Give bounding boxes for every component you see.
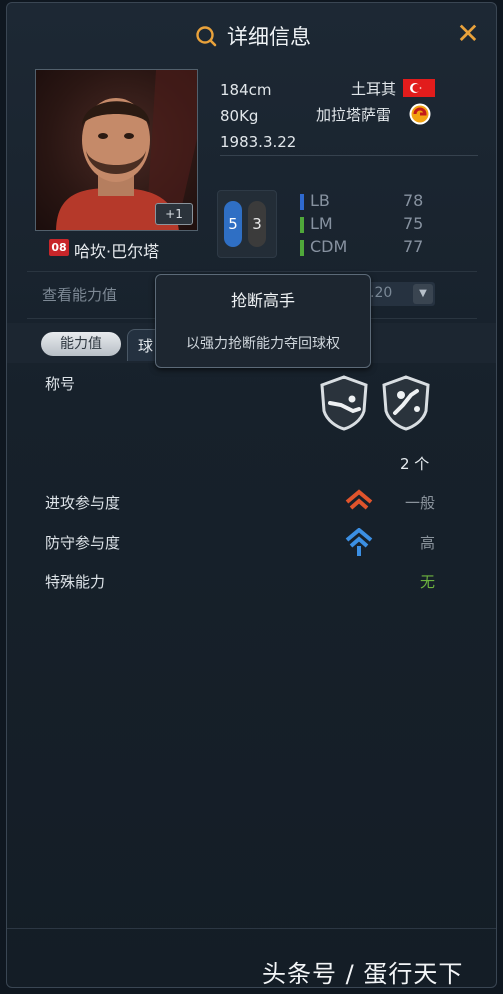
right-foot-icon: 3 <box>248 201 266 247</box>
player-weight: 80Kg <box>220 107 259 125</box>
position-label: LB <box>310 191 330 210</box>
left-foot-icon: 5 <box>224 201 242 247</box>
stat-value: 无 <box>419 573 435 591</box>
divider <box>7 928 496 929</box>
position-value: 77 <box>403 237 424 256</box>
position-value: 78 <box>403 191 424 210</box>
defense-involvement-row: 防守参与度 高 <box>45 528 435 556</box>
tab-ability[interactable]: 能力值 <box>41 332 121 356</box>
stat-label: 进攻参与度 <box>45 494 121 512</box>
special-ability-row: 特殊能力 无 <box>45 571 435 595</box>
traits-label: 称号 <box>45 375 76 393</box>
upgrade-badge: +1 <box>155 203 193 225</box>
player-birthday: 1983.3.22 <box>220 133 297 151</box>
trait-count: 2 个 <box>400 455 430 473</box>
stat-label: 防守参与度 <box>45 534 121 552</box>
page-title: 详细信息 <box>227 25 311 49</box>
position-label: CDM <box>310 237 348 256</box>
arrow-up-high-icon <box>345 528 373 556</box>
trait-tooltip: 抢断高手 以强力抢断能力夺回球权 <box>155 274 371 368</box>
turkey-flag-icon <box>403 79 435 97</box>
acrobatic-trait-icon[interactable] <box>381 375 431 431</box>
close-icon[interactable]: ✕ <box>453 19 483 49</box>
watermark: 头条号 / 蛋行天下 <box>262 960 464 988</box>
chevron-down-icon[interactable]: ▼ <box>413 284 433 304</box>
position-label: LM <box>310 214 333 233</box>
player-nation: 土耳其 <box>351 80 397 98</box>
player-club: 加拉塔萨雷 <box>316 106 392 124</box>
tooltip-title: 抢断高手 <box>230 291 295 310</box>
position-color-bar <box>300 240 304 256</box>
stat-value: 一般 <box>404 494 435 512</box>
search-icon <box>196 26 217 47</box>
ability-select-value: .20 <box>370 285 393 301</box>
player-name: 哈坎·巴尔塔 <box>74 242 160 261</box>
arrow-up-medium-icon <box>345 489 373 510</box>
galatasaray-logo-icon <box>409 103 431 125</box>
tooltip-description: 以强力抢断能力夺回球权 <box>186 336 340 352</box>
foot-skill: 5 3 <box>217 190 277 258</box>
position-value: 75 <box>403 214 424 233</box>
ability-label: 查看能力值 <box>42 286 118 304</box>
jersey-number-badge: 08 <box>49 239 69 256</box>
player-height: 184cm <box>220 81 272 99</box>
player-info: 184cm 80Kg 1983.3.22 <box>220 77 296 155</box>
position-color-bar <box>300 194 304 210</box>
stat-label: 特殊能力 <box>45 573 106 591</box>
position-color-bar <box>300 217 304 233</box>
tackle-trait-icon[interactable] <box>319 375 369 431</box>
stat-value: 高 <box>419 534 435 552</box>
divider <box>220 155 478 156</box>
title-bar: 详细信息 ✕ <box>7 3 496 63</box>
player-detail-panel: 详细信息 ✕ +1 08 哈坎·巴尔塔 184cm 80Kg 1983.3.22… <box>6 2 497 988</box>
attack-involvement-row: 进攻参与度 一般 <box>45 489 435 516</box>
